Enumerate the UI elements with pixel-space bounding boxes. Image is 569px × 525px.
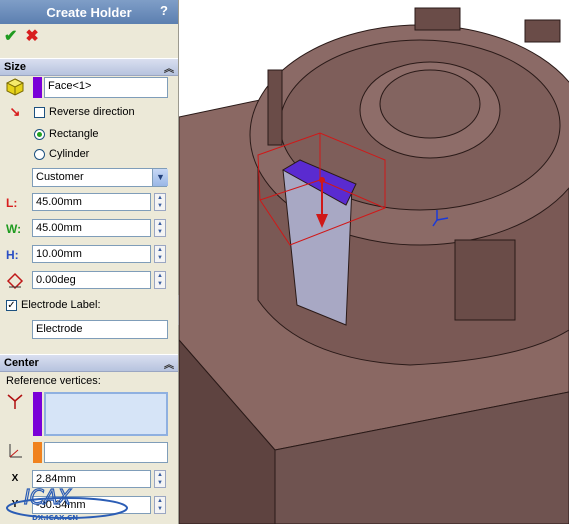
reference-vertices-list[interactable] <box>44 392 168 436</box>
angle-spinner[interactable]: ▲ ▼ <box>154 271 166 289</box>
inner-disc <box>379 69 481 139</box>
ok-cancel-row: ✔ ✖ <box>0 24 178 50</box>
size-section-header[interactable]: Size ︽ <box>0 58 178 76</box>
slot-front <box>454 239 516 321</box>
y-offset-spinner[interactable]: ▲ ▼ <box>154 496 166 514</box>
height-label: H: <box>6 248 19 262</box>
collapse-icon[interactable]: ︽ <box>164 356 174 371</box>
slot-left <box>267 69 283 146</box>
3d-viewport[interactable] <box>179 0 569 524</box>
electrode-label-text: Electrode Label: <box>21 299 101 311</box>
rectangle-label: Rectangle <box>49 128 99 140</box>
chevron-down-icon[interactable]: ▼ <box>152 169 168 186</box>
width-label: W: <box>6 222 22 236</box>
height-spinner[interactable]: ▲ ▼ <box>154 245 166 263</box>
cylinder-label: Cylinder <box>49 148 90 160</box>
face-cube-icon <box>5 78 25 96</box>
ok-button[interactable]: ✔ <box>4 27 17 47</box>
x-offset-spinner[interactable]: ▲ ▼ <box>154 470 166 488</box>
length-label: L: <box>6 196 18 210</box>
reverse-direction-label: Reverse direction <box>49 106 135 118</box>
panel-titlebar: Create Holder ? <box>0 0 178 24</box>
length-input[interactable]: 45.00mm <box>32 193 151 211</box>
holder-type-value: Customer <box>36 171 84 183</box>
height-input[interactable]: 10.00mm <box>32 245 151 263</box>
origin-color-swatch <box>33 442 42 463</box>
reference-vertices-label: Reference vertices: <box>6 375 101 387</box>
origin-point <box>319 177 325 183</box>
face-color-swatch <box>33 77 42 98</box>
angle-icon <box>6 272 24 290</box>
slot-right <box>524 19 561 43</box>
cancel-button[interactable]: ✖ <box>25 27 38 47</box>
origin-selection-field[interactable] <box>44 442 168 463</box>
slot-back <box>414 7 461 31</box>
collapse-icon[interactable]: ︽ <box>164 60 174 75</box>
size-section-title: Size <box>4 61 27 73</box>
cylinder-radio[interactable] <box>34 149 45 160</box>
angle-input[interactable]: 0.00deg <box>32 271 151 289</box>
width-spinner[interactable]: ▲ ▼ <box>154 219 166 237</box>
svg-text:DX.ICAX.CN: DX.ICAX.CN <box>32 514 78 522</box>
watermark-logo: ICAX DX.ICAX.CN <box>2 478 132 522</box>
center-section-header[interactable]: Center ︽ <box>0 354 178 372</box>
help-button[interactable]: ? <box>156 3 172 19</box>
electrode-label-checkbox[interactable]: ✓ <box>6 300 17 311</box>
panel-title: Create Holder <box>46 4 132 20</box>
model-scene <box>179 7 569 524</box>
center-section-title: Center <box>4 357 39 369</box>
vertex-icon <box>6 392 24 410</box>
reverse-direction-checkbox[interactable] <box>34 107 45 118</box>
width-input[interactable]: 45.00mm <box>32 219 151 237</box>
length-spinner[interactable]: ▲ ▼ <box>154 193 166 211</box>
svg-text:ICAX: ICAX <box>24 485 73 509</box>
holder-type-select[interactable]: Customer <box>32 168 167 187</box>
vertex-color-swatch <box>33 392 42 436</box>
face-selection-field[interactable]: Face<1> <box>44 77 168 98</box>
rectangle-radio[interactable] <box>34 129 45 140</box>
electrode-label-input[interactable]: Electrode <box>32 320 168 339</box>
direction-arrow-icon: ↘ <box>9 104 21 119</box>
origin-axes-icon <box>6 442 24 460</box>
property-manager-panel: Create Holder ? ✔ ✖ Size ︽ Face<1> ↘ Rev… <box>0 0 179 524</box>
